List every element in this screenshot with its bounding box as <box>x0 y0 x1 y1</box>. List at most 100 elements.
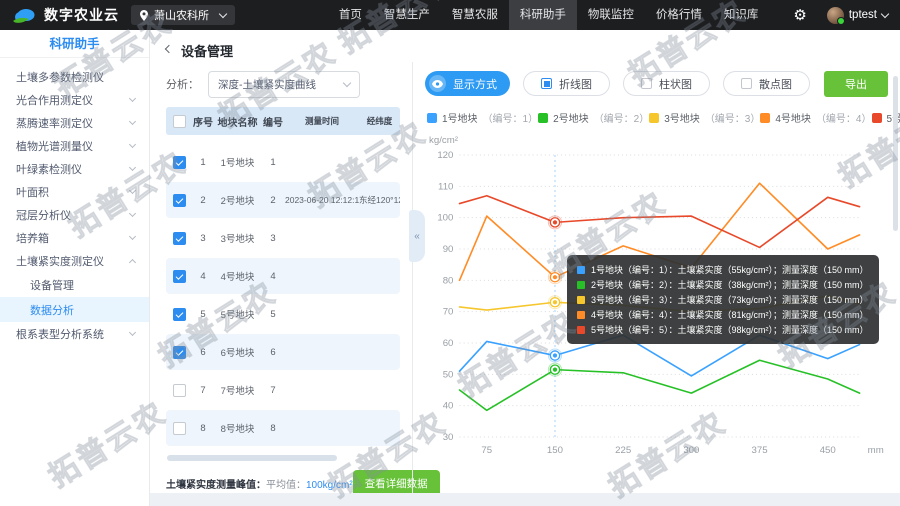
table-cell: 6号地块 <box>214 345 261 359</box>
nav-item[interactable]: 知识库 <box>713 0 770 30</box>
table-row[interactable]: 66号地块6 <box>166 334 400 370</box>
row-checkbox-cell <box>166 308 192 321</box>
sidebar: 科研助手 土壤多参数检测仪光合作用测定仪蒸腾速率测定仪植物光谱测量仪叶绿素检测仪… <box>0 30 150 506</box>
horizontal-scrollbar[interactable] <box>167 455 337 461</box>
nav-item[interactable]: 物联监控 <box>577 0 645 30</box>
chevron-down-icon <box>129 233 136 240</box>
x-tick-label: 150 <box>547 445 563 456</box>
user-menu[interactable]: tptest <box>827 7 888 24</box>
nav-item[interactable]: 科研助手 <box>509 0 577 30</box>
sidebar-item[interactable]: 光合作用测定仪 <box>0 88 149 111</box>
collapse-panel-button[interactable]: « <box>409 210 425 262</box>
series-line[interactable] <box>460 360 860 410</box>
emphasis-dot-center <box>553 300 557 304</box>
chart-type-checkbox[interactable]: 折线图 <box>523 71 610 96</box>
x-axis-unit: mm <box>868 445 884 456</box>
analysis-select[interactable]: 深度-土壤紧实度曲线 <box>208 71 360 98</box>
series-line[interactable] <box>460 183 860 280</box>
legend-item[interactable]: 3号地块（编号：3） <box>649 110 760 125</box>
content: 分析： 深度-土壤紧实度曲线 序号地块名称编号测量时间经纬度 11号地块122号… <box>150 62 900 506</box>
table-header-cell: 地块名称 <box>214 114 261 129</box>
row-checkbox-cell <box>166 384 192 397</box>
sidebar-item[interactable]: 土壤紧实度测定仪 <box>0 249 149 272</box>
x-tick-label: 225 <box>615 445 631 456</box>
sidebar-item[interactable]: 冠层分析仪 <box>0 203 149 226</box>
line-chart-svg[interactable]: 30405060708090100110120kg/cm²75150225300… <box>425 131 888 465</box>
legend-item[interactable]: 2号地块（编号：2） <box>538 110 649 125</box>
legend-name: 3号地块 <box>664 110 700 125</box>
chevron-down-icon <box>129 329 136 336</box>
sidebar-subitem[interactable]: 数据分析 <box>0 297 149 322</box>
nav-item[interactable]: 首页 <box>328 0 373 30</box>
table-row[interactable]: 44号地块4 <box>166 258 400 294</box>
series-line[interactable] <box>460 296 860 312</box>
back-chevron-icon[interactable] <box>165 45 173 53</box>
nav-item[interactable]: 智慧生产 <box>373 0 441 30</box>
avatar <box>827 7 844 24</box>
location-selector[interactable]: 萧山农科所 <box>131 5 235 25</box>
export-button[interactable]: 导出 <box>824 71 888 97</box>
legend-code: （编号：2） <box>594 110 650 125</box>
sidebar-item-label: 光合作用测定仪 <box>16 92 93 108</box>
chart[interactable]: 30405060708090100110120kg/cm²75150225300… <box>425 131 888 465</box>
table-row[interactable]: 22号地块22023-06-20 12:12:14东经120°12';北 <box>166 182 400 218</box>
avg-value: 100kg/cm² <box>306 480 353 491</box>
location-text: 萧山农科所 <box>154 7 214 23</box>
table-row[interactable]: 88号地块8 <box>166 410 400 446</box>
legend-item[interactable]: 4号地块（编号：4） <box>760 110 871 125</box>
sidebar-item[interactable]: 叶绿素检测仪 <box>0 157 149 180</box>
sidebar-subitem[interactable]: 设备管理 <box>0 272 149 297</box>
row-checkbox[interactable] <box>173 194 186 207</box>
page-title: 设备管理 <box>181 41 233 60</box>
table-row[interactable]: 55号地块5 <box>166 296 400 332</box>
table-row[interactable]: 33号地块3 <box>166 220 400 256</box>
sidebar-item[interactable]: 叶面积 <box>0 180 149 203</box>
chevron-down-icon <box>129 187 136 194</box>
display-mode-button[interactable]: 显示方式 <box>425 71 510 96</box>
y-tick-label: 50 <box>443 369 454 380</box>
layout: 科研助手 土壤多参数检测仪光合作用测定仪蒸腾速率测定仪植物光谱测量仪叶绿素检测仪… <box>0 30 900 506</box>
top-nav: 首页智慧生产智慧农服科研助手物联监控价格行情知识库 <box>328 0 770 30</box>
sidebar-item[interactable]: 根系表型分析系统 <box>0 322 149 345</box>
table-row[interactable]: 11号地块1 <box>166 144 400 180</box>
select-all-checkbox[interactable] <box>173 115 186 128</box>
chevron-down-icon <box>129 141 136 148</box>
row-checkbox[interactable] <box>173 156 186 169</box>
series-line[interactable] <box>460 335 860 376</box>
row-checkbox[interactable] <box>173 346 186 359</box>
row-checkbox[interactable] <box>173 308 186 321</box>
row-checkbox[interactable] <box>173 384 186 397</box>
sidebar-item-label: 土壤紧实度测定仪 <box>16 253 104 269</box>
device-table-panel: 分析： 深度-土壤紧实度曲线 序号地块名称编号测量时间经纬度 11号地块122号… <box>150 62 412 506</box>
vertical-scrollbar[interactable] <box>893 76 898 231</box>
legend-item[interactable]: 1号地块（编号：1） <box>427 110 538 125</box>
sidebar-item[interactable]: 培养箱 <box>0 226 149 249</box>
chart-type-checkbox[interactable]: 柱状图 <box>623 71 710 96</box>
row-checkbox-cell <box>166 194 192 207</box>
row-checkbox[interactable] <box>173 270 186 283</box>
nav-item[interactable]: 价格行情 <box>645 0 713 30</box>
chart-type-checkbox[interactable]: 散点图 <box>723 71 810 96</box>
filter-label: 分析： <box>166 76 199 92</box>
sidebar-item[interactable]: 蒸腾速率测定仪 <box>0 111 149 134</box>
row-checkbox[interactable] <box>173 232 186 245</box>
table-cell: 4 <box>192 271 214 282</box>
row-checkbox[interactable] <box>173 422 186 435</box>
table-cell: 3 <box>261 233 285 244</box>
table-body: 11号地块122号地块22023-06-20 12:12:14东经120°12'… <box>166 144 400 448</box>
avg-label: 平均值： <box>266 480 306 491</box>
peak-label: 土壤紧实度测量峰值： <box>166 480 266 491</box>
display-mode-label: 显示方式 <box>453 76 497 92</box>
nav-item[interactable]: 智慧农服 <box>441 0 509 30</box>
chevron-down-icon <box>129 95 136 102</box>
chevron-down-icon <box>219 10 227 18</box>
sidebar-item[interactable]: 土壤多参数检测仪 <box>0 65 149 88</box>
topbar: 数字农业云 萧山农科所 首页智慧生产智慧农服科研助手物联监控价格行情知识库 ⚙ … <box>0 0 900 30</box>
sidebar-item[interactable]: 植物光谱测量仪 <box>0 134 149 157</box>
table-cell: 2 <box>192 195 214 206</box>
table-row[interactable]: 77号地块7 <box>166 372 400 408</box>
main: 设备管理 分析： 深度-土壤紧实度曲线 序号地块名称编号测量时间经纬度 11号地… <box>150 30 900 506</box>
sidebar-item-label: 土壤多参数检测仪 <box>16 69 104 85</box>
gear-icon[interactable]: ⚙ <box>793 8 806 23</box>
row-checkbox-cell <box>166 270 192 283</box>
